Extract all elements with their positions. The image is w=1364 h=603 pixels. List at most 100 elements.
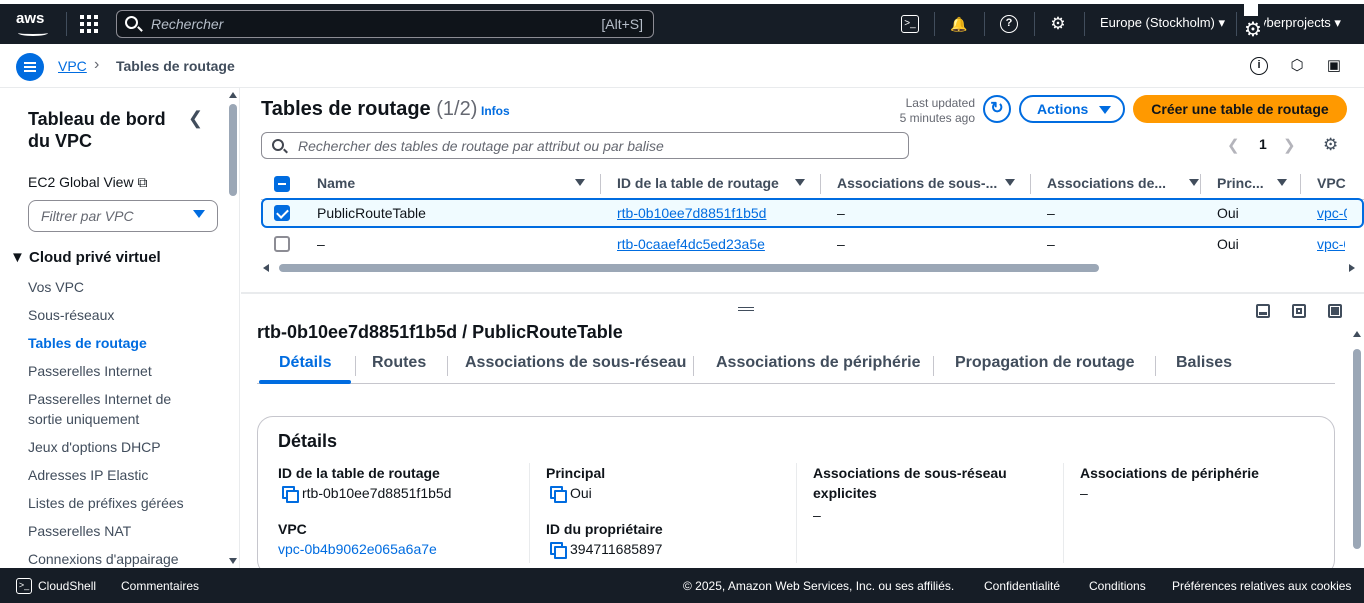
column-label: Associations de... <box>1047 175 1167 191</box>
vpc-filter-placeholder: Filtrer par VPC <box>41 208 134 224</box>
account-menu[interactable]: yberprojects ▾ <box>1260 15 1341 31</box>
tab-edge-associations[interactable]: Associations de périphérie <box>716 354 921 372</box>
sidebar-item-passerelles-sortie[interactable]: Passerelles Internet de sortie uniquemen… <box>28 389 198 429</box>
owner-value: 394711685897 <box>550 541 662 559</box>
details-card-title: Détails <box>278 431 338 451</box>
table-search-input[interactable]: Rechercher des tables de routage par att… <box>261 132 909 159</box>
table-horizontal-scrollbar[interactable] <box>261 262 1361 274</box>
footer-privacy-link[interactable]: Confidentialité <box>984 579 1060 593</box>
settings-gear-icon[interactable]: ⚙ <box>1049 15 1067 33</box>
bell-icon[interactable]: 🔔 <box>950 15 968 33</box>
search-placeholder: Rechercher <box>151 16 224 32</box>
sort-icon <box>575 179 585 186</box>
column-name[interactable]: Name <box>317 175 585 191</box>
footer-cookies-link[interactable]: Préférences relatives aux cookies <box>1172 579 1351 593</box>
overlay-gear[interactable]: ⚙ <box>1240 4 1266 48</box>
table-row[interactable]: PublicRouteTable rtb-0b10ee7d8851f1b5d –… <box>261 198 1364 228</box>
sidebar-item-vos-vpc[interactable]: Vos VPC <box>28 277 84 297</box>
table-header: Name ID de la table de routage Associati… <box>261 170 1364 200</box>
row-edge-assoc: – <box>1047 205 1055 221</box>
panel-bottom-icon[interactable] <box>1256 304 1270 318</box>
row-checkbox[interactable] <box>274 236 290 252</box>
prev-page-chevron-icon[interactable]: ❮ <box>1227 137 1240 154</box>
info-link[interactable]: Infos <box>481 104 510 118</box>
select-all-checkbox[interactable] <box>274 176 290 192</box>
footer-feedback-link[interactable]: Commentaires <box>121 579 199 593</box>
column-label: ID de la table de routage <box>617 175 779 191</box>
sidebar-item-elastic-ip[interactable]: Adresses IP Elastic <box>28 465 148 485</box>
sidebar-close-chevron-icon[interactable]: ❮ <box>188 108 203 129</box>
column-edge-assoc[interactable]: Associations de... <box>1047 175 1199 191</box>
menu-toggle-button[interactable] <box>16 53 44 81</box>
create-route-table-button[interactable]: Créer une table de routage <box>1133 95 1347 123</box>
owner-label: ID du propriétaire <box>546 521 663 537</box>
column-vpc[interactable]: VPC <box>1317 175 1346 191</box>
split-panel-divider[interactable] <box>241 292 1364 294</box>
tab-tags[interactable]: Balises <box>1176 354 1232 372</box>
sidebar-item-dhcp[interactable]: Jeux d'options DHCP <box>28 437 161 457</box>
detail-scrollbar[interactable] <box>1350 327 1364 568</box>
sidebar-section-label: Cloud privé virtuel <box>29 249 161 266</box>
sidebar-item-passerelles-internet[interactable]: Passerelles Internet <box>28 361 152 381</box>
ec2-global-view-link[interactable]: EC2 Global View ⧉ <box>28 174 147 191</box>
table-preferences-gear-icon[interactable]: ⚙ <box>1323 135 1338 155</box>
info-icon[interactable]: i <box>1250 57 1268 75</box>
feedback-screen-icon[interactable]: ▣ <box>1325 57 1343 75</box>
column-main[interactable]: Princ... <box>1217 175 1287 191</box>
sidebar-scrollbar[interactable] <box>226 88 240 568</box>
copy-icon[interactable] <box>282 486 299 503</box>
vpc-link[interactable]: vpc-0b4b9062e065a6a7e <box>278 541 437 557</box>
row-vpc-link[interactable]: vpc-0 <box>1317 205 1347 221</box>
vpc-filter-select[interactable]: Filtrer par VPC <box>28 200 218 232</box>
sidebar-section-vpc[interactable]: ▼ Cloud privé virtuel <box>10 249 161 266</box>
search-shortcut: [Alt+S] <box>601 16 643 32</box>
row-route-table-id-link[interactable]: rtb-0b10ee7d8851f1b5d <box>617 205 766 221</box>
row-vpc-link[interactable]: vpc-0 <box>1317 236 1345 252</box>
vpc-label: VPC <box>278 521 307 537</box>
sidebar-item-sous-reseaux[interactable]: Sous-réseaux <box>28 305 114 325</box>
sidebar-item-tables-de-routage[interactable]: Tables de routage <box>28 333 147 353</box>
panel-full-icon[interactable] <box>1328 304 1342 318</box>
column-subnet-assoc[interactable]: Associations de sous-... <box>837 175 1015 191</box>
aws-logo[interactable]: aws <box>16 10 50 38</box>
last-updated-value: 5 minutes ago <box>899 111 975 125</box>
main-value: Oui <box>550 485 592 503</box>
tab-route-propagation[interactable]: Propagation de routage <box>955 354 1135 372</box>
column-route-table-id[interactable]: ID de la table de routage <box>617 175 805 191</box>
global-search-input[interactable]: Rechercher [Alt+S] <box>116 10 654 38</box>
table-row[interactable]: – rtb-0caaef4dc5ed23a5e – – Oui vpc-0 <box>261 230 1364 260</box>
cloudshell-icon[interactable]: >_ <box>901 15 919 33</box>
current-page[interactable]: 1 <box>1259 136 1267 152</box>
hexagon-icon[interactable]: ⬡ <box>1288 57 1306 75</box>
copy-icon[interactable] <box>550 542 567 559</box>
route-table-id-value: rtb-0b10ee7d8851f1b5d <box>282 485 451 503</box>
breadcrumb-separator: › <box>94 56 100 73</box>
next-page-chevron-icon[interactable]: ❯ <box>1283 136 1296 154</box>
sidebar-item-peering[interactable]: Connexions d'appairage <box>28 549 179 568</box>
services-grid-icon[interactable] <box>80 15 98 33</box>
row-subnet-assoc: – <box>837 205 845 221</box>
tab-details[interactable]: Détails <box>279 354 331 372</box>
region-selector[interactable]: Europe (Stockholm) ▾ <box>1100 15 1225 31</box>
last-updated: Last updated 5 minutes ago <box>881 96 975 126</box>
caret-down-icon <box>193 210 205 218</box>
tab-subnet-associations[interactable]: Associations de sous-réseau <box>465 354 686 372</box>
divider <box>1034 12 1035 36</box>
breadcrumb-vpc-link[interactable]: VPC <box>58 58 87 74</box>
resize-handle-icon[interactable] <box>738 307 754 311</box>
help-icon[interactable]: ? <box>1000 15 1018 33</box>
sidebar-item-prefix-lists[interactable]: Listes de préfixes gérées <box>28 493 184 513</box>
row-route-table-id-link[interactable]: rtb-0caaef4dc5ed23a5e <box>617 236 765 252</box>
footer-terms-link[interactable]: Conditions <box>1089 579 1146 593</box>
row-checkbox[interactable] <box>274 205 290 221</box>
sidebar-item-nat[interactable]: Passerelles NAT <box>28 521 131 541</box>
table-search-placeholder: Rechercher des tables de routage par att… <box>298 138 664 154</box>
refresh-button[interactable]: ↻ <box>983 95 1011 123</box>
copy-icon[interactable] <box>550 486 567 503</box>
footer-cloudshell-link[interactable]: CloudShell <box>38 579 96 593</box>
panel-side-icon[interactable] <box>1292 304 1306 318</box>
actions-button[interactable]: Actions <box>1019 95 1125 123</box>
cloudshell-icon[interactable]: >_ <box>16 578 32 594</box>
tab-routes[interactable]: Routes <box>372 354 426 372</box>
search-icon <box>125 16 138 29</box>
